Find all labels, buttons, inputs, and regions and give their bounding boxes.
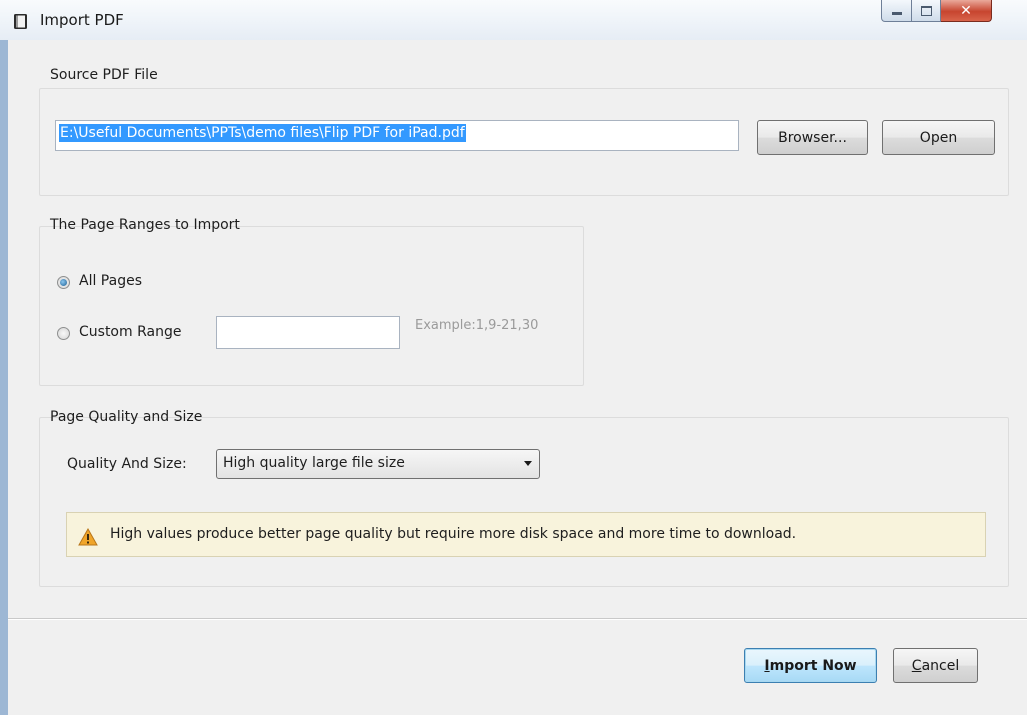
- window-left-edge: [0, 0, 8, 715]
- source-pdf-group-label: Source PDF File: [50, 67, 158, 83]
- window-title: Import PDF: [40, 11, 124, 29]
- page-ranges-group: [39, 226, 584, 386]
- all-pages-radio[interactable]: [57, 276, 70, 289]
- custom-range-input[interactable]: [216, 316, 400, 349]
- cancel-label: ancel: [921, 657, 960, 674]
- warning-icon: [78, 527, 98, 550]
- cancel-accelerator: C: [911, 657, 922, 674]
- import-now-label: mport Now: [769, 657, 857, 674]
- footer-separator-highlight: [8, 619, 1027, 620]
- page-quality-group-label: Page Quality and Size: [50, 409, 203, 425]
- page-quality-group: [39, 417, 1009, 587]
- all-pages-label[interactable]: All Pages: [79, 273, 142, 289]
- close-button[interactable]: ✕: [941, 0, 992, 22]
- title-bar[interactable]: Import PDF ✕: [0, 0, 1027, 40]
- chevron-down-icon: [524, 461, 532, 466]
- quality-size-select[interactable]: High quality large file size: [216, 449, 540, 479]
- close-icon: ✕: [960, 2, 972, 19]
- import-now-button[interactable]: Import Now: [744, 648, 877, 683]
- quality-size-label: Quality And Size:: [67, 456, 187, 472]
- app-book-icon: [13, 13, 29, 30]
- open-button[interactable]: Open: [882, 120, 995, 155]
- maximize-icon: [920, 5, 932, 16]
- import-pdf-dialog: Import PDF ✕ Source PDF File E:\Useful D…: [0, 0, 1027, 715]
- page-ranges-group-label: The Page Ranges to Import: [50, 217, 240, 233]
- custom-range-example-hint: Example:1,9-21,30: [415, 318, 539, 333]
- quality-warning-text: High values produce better page quality …: [110, 526, 797, 542]
- maximize-button[interactable]: [912, 0, 941, 22]
- quality-size-selected: High quality large file size: [223, 455, 405, 471]
- custom-range-label[interactable]: Custom Range: [79, 324, 181, 340]
- pdf-path-value: E:\Useful Documents\PPTs\demo files\Flip…: [59, 124, 466, 142]
- custom-range-radio[interactable]: [57, 327, 70, 340]
- browse-button[interactable]: Browser...: [757, 120, 868, 155]
- minimize-icon: [891, 12, 902, 15]
- pdf-path-input[interactable]: E:\Useful Documents\PPTs\demo files\Flip…: [55, 120, 739, 151]
- cancel-button[interactable]: Cancel: [893, 648, 978, 683]
- minimize-button[interactable]: [881, 0, 912, 22]
